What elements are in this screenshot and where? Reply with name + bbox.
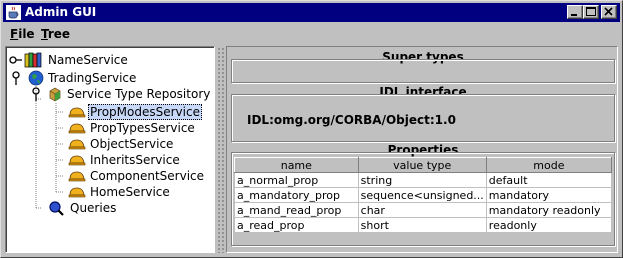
main-content: NameService TradingService Service Type … [3, 44, 620, 256]
window-title: Admin GUI [25, 5, 97, 19]
column-header-name[interactable]: name [234, 157, 359, 173]
tree-label-child: InheritsService [90, 153, 180, 167]
expanded-handle-icon [12, 71, 20, 85]
expanded-handle-icon [32, 87, 40, 101]
tree-node-nameservice[interactable]: NameService [6, 52, 214, 68]
admin-gui-window: Admin GUI File Tree NameService TradingS… [0, 0, 623, 258]
tree-label-nameservice: NameService [48, 53, 128, 67]
super-types-section: Super types [231, 50, 615, 84]
tree-node-objectservice[interactable]: ObjectService [6, 136, 214, 152]
cell-mode[interactable]: mandatory readonly [485, 202, 613, 218]
minimize-button[interactable] [567, 5, 583, 19]
details-pane: Super types IDL interface IDL:omg.org/CO… [226, 46, 618, 253]
tree-node-propmodesservice[interactable]: PropModesService [6, 104, 214, 120]
tree-label-child: ObjectService [90, 137, 174, 151]
tree-node-homeservice[interactable]: HomeService [6, 184, 214, 200]
helmet-icon [68, 107, 86, 118]
tree-label-child: PropModesService [88, 104, 202, 120]
tree-node-queries[interactable]: Queries [6, 200, 214, 216]
cell-name[interactable]: a_normal_prop [234, 172, 359, 188]
tree-label-child: PropTypesService [90, 121, 195, 135]
cell-value-type[interactable]: string [357, 172, 487, 188]
minimize-icon [571, 14, 577, 16]
service-tree: NameService TradingService Service Type … [5, 46, 215, 253]
properties-table: name value type mode a_normal_prop strin… [234, 157, 613, 233]
tree-node-tradingservice[interactable]: TradingService [6, 70, 214, 86]
maximize-icon [586, 7, 596, 16]
cell-name[interactable]: a_read_prop [234, 217, 359, 233]
cell-value-type[interactable]: short [357, 217, 487, 233]
table-row[interactable]: a_read_prop short readonly [234, 217, 613, 233]
column-header-mode[interactable]: mode [485, 157, 613, 173]
tree-label-child: HomeService [90, 185, 170, 199]
idl-interface-section: IDL interface IDL:omg.org/CORBA/Object:1… [231, 85, 615, 142]
books-icon [24, 52, 42, 68]
collapsed-handle-icon [9, 56, 22, 64]
properties-section: Properties name value type mode a_normal… [231, 143, 615, 247]
menu-tree-label: ree [47, 27, 71, 41]
menu-tree[interactable]: Tree [41, 27, 70, 41]
table-row[interactable]: a_mand_read_prop char mandatory readonly [234, 202, 613, 218]
idl-interface-value: IDL:omg.org/CORBA/Object:1.0 [247, 113, 456, 127]
cell-mode[interactable]: default [485, 172, 613, 188]
helmet-icon [68, 155, 86, 166]
cell-value-type[interactable]: char [357, 202, 487, 218]
maximize-button[interactable] [583, 5, 599, 19]
menu-tree-mnemonic: T [41, 27, 48, 41]
menu-file-label: ile [18, 27, 35, 41]
magnifier-icon [49, 201, 64, 216]
cell-name[interactable]: a_mand_read_prop [234, 202, 359, 218]
helmet-icon [68, 123, 86, 134]
table-row[interactable]: a_normal_prop string default [234, 172, 613, 188]
column-header-value-type[interactable]: value type [357, 157, 487, 173]
helmet-icon [68, 139, 86, 150]
cell-name[interactable]: a_mandatory_prop [234, 187, 359, 203]
tree-label-queries: Queries [70, 201, 117, 215]
split-pane-divider[interactable] [216, 46, 224, 253]
tree-label-tradingservice: TradingService [48, 71, 137, 85]
table-row[interactable]: a_mandatory_prop sequence<unsigned... ma… [234, 187, 613, 203]
java-cup-icon [6, 5, 21, 20]
table-header-row: name value type mode [234, 157, 613, 173]
helmet-icon [68, 171, 86, 182]
tree-label-child: ComponentService [90, 169, 205, 183]
helmet-icon [68, 187, 86, 198]
close-button[interactable] [601, 5, 617, 19]
close-icon [604, 7, 613, 16]
tree-node-service-type-repository[interactable]: Service Type Repository [6, 86, 214, 102]
title-bar[interactable]: Admin GUI [3, 3, 620, 22]
cell-value-type[interactable]: sequence<unsigned... [357, 187, 487, 203]
tree-node-componentservice[interactable]: ComponentService [6, 168, 214, 184]
menu-file[interactable]: File [10, 27, 35, 41]
tree-node-proptypesservice[interactable]: PropTypesService [6, 120, 214, 136]
globe-icon [28, 70, 44, 86]
tree-node-inheritsservice[interactable]: InheritsService [6, 152, 214, 168]
tree-label-service-type-repository: Service Type Repository [67, 87, 211, 101]
menu-bar: File Tree [3, 24, 620, 44]
cell-mode[interactable]: mandatory [485, 187, 613, 203]
menu-file-mnemonic: F [10, 27, 19, 41]
cube-icon [49, 87, 61, 102]
cell-mode[interactable]: readonly [485, 217, 613, 233]
super-types-box [231, 59, 615, 83]
